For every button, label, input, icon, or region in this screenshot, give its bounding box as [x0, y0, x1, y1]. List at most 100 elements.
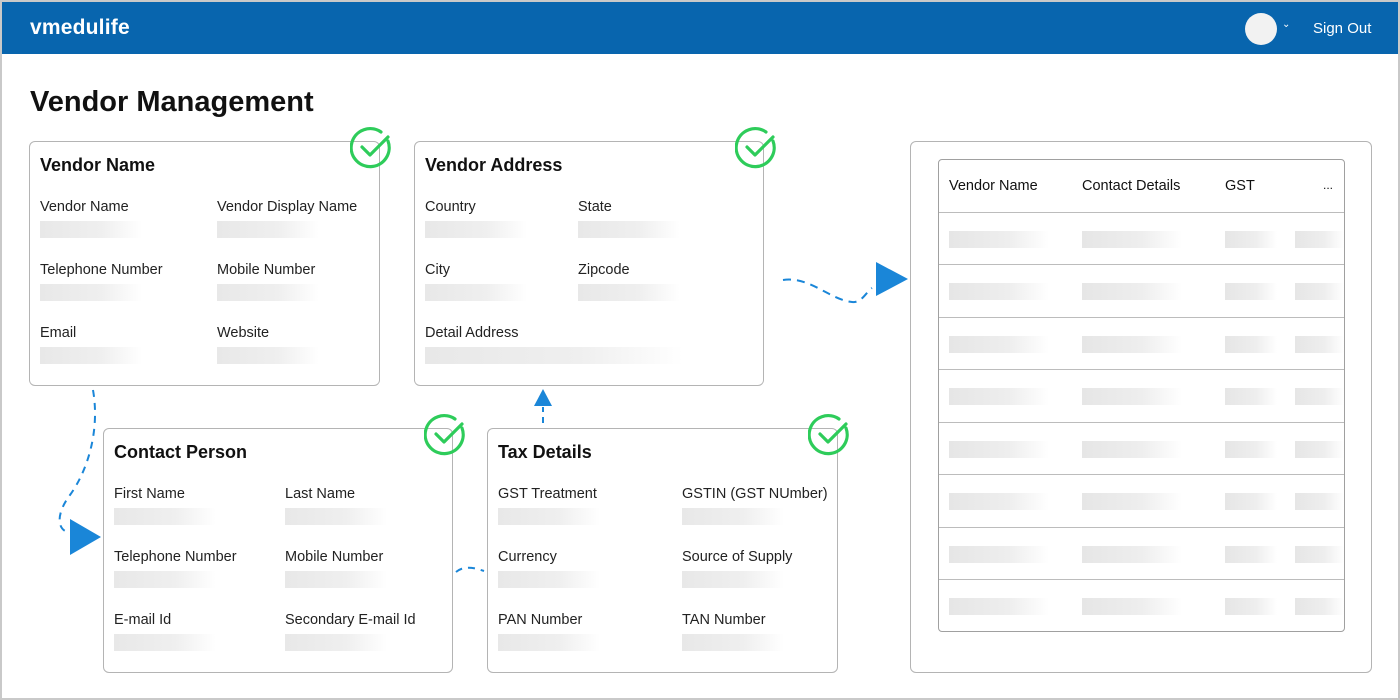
- field-label: PAN Number: [498, 612, 583, 628]
- field-label: Website: [217, 325, 270, 341]
- table-cell: [1225, 546, 1277, 563]
- telephone-number-input[interactable]: [40, 284, 142, 301]
- gst-treatment-input[interactable]: [498, 508, 600, 525]
- table-cell: [1295, 388, 1344, 405]
- field-label: GST Treatment: [498, 486, 597, 502]
- field-label: Telephone Number: [40, 262, 163, 278]
- vendor-name-card: Vendor Name Vendor Name Vendor Display N…: [29, 141, 380, 386]
- first-name-input[interactable]: [114, 508, 216, 525]
- table-cell: [1295, 493, 1344, 510]
- table-row[interactable]: [939, 422, 1344, 474]
- table-row[interactable]: [939, 212, 1344, 264]
- secondary-email-id-input[interactable]: [285, 634, 387, 651]
- column-header-vendor-name[interactable]: Vendor Name: [949, 178, 1038, 194]
- chevron-down-icon[interactable]: ⌄: [1282, 19, 1290, 30]
- table-row[interactable]: [939, 369, 1344, 421]
- check-circle-icon: [808, 414, 849, 456]
- field-label: Country: [425, 199, 476, 215]
- table-cell: [1082, 388, 1182, 405]
- table-cell: [1082, 283, 1182, 300]
- table-row[interactable]: [939, 264, 1344, 316]
- detail-address-input[interactable]: [425, 347, 683, 364]
- city-input[interactable]: [425, 284, 527, 301]
- column-header-gst[interactable]: GST: [1225, 178, 1255, 194]
- column-header-contact-details[interactable]: Contact Details: [1082, 178, 1180, 194]
- card-title: Vendor Address: [425, 155, 563, 175]
- zipcode-input[interactable]: [578, 284, 680, 301]
- table-cell: [949, 231, 1049, 248]
- field-label: Vendor Display Name: [217, 199, 358, 215]
- table-cell: [949, 598, 1049, 615]
- table-cell: [1082, 231, 1182, 248]
- field-label: Email: [40, 325, 77, 341]
- check-circle-icon: [735, 127, 776, 169]
- table-cell: [1225, 336, 1277, 353]
- table-row[interactable]: [939, 579, 1344, 631]
- card-title: Vendor Name: [40, 155, 156, 175]
- table-row[interactable]: [939, 317, 1344, 369]
- field-label: E-mail Id: [114, 612, 172, 628]
- table-row[interactable]: [939, 474, 1344, 526]
- brand-logo[interactable]: vmedulife: [30, 16, 130, 40]
- table-row[interactable]: [939, 527, 1344, 579]
- table-cell: [949, 336, 1049, 353]
- check-circle-icon: [424, 414, 465, 456]
- field-label: City: [425, 262, 450, 278]
- tan-number-input[interactable]: [682, 634, 784, 651]
- top-navigation-bar: vmedulife ⌄ Sign Out: [2, 2, 1398, 54]
- field-label: State: [578, 199, 612, 215]
- email-id-input[interactable]: [114, 634, 216, 651]
- table-cell: [1225, 598, 1277, 615]
- table-cell: [949, 546, 1049, 563]
- source-of-supply-input[interactable]: [682, 571, 784, 588]
- table-cell: [1295, 546, 1344, 563]
- email-input[interactable]: [40, 347, 142, 364]
- table-cell: [1082, 441, 1182, 458]
- website-input[interactable]: [217, 347, 319, 364]
- table-cell: [1082, 336, 1182, 353]
- sign-out-link[interactable]: Sign Out: [1313, 20, 1371, 37]
- last-name-input[interactable]: [285, 508, 387, 525]
- country-input[interactable]: [425, 221, 527, 238]
- vendor-display-name-input[interactable]: [217, 221, 319, 238]
- table-cell: [1082, 546, 1182, 563]
- table-cell: [1225, 441, 1277, 458]
- table-cell: [1225, 493, 1277, 510]
- column-header-more[interactable]: ...: [1323, 178, 1333, 192]
- table-cell: [1225, 283, 1277, 300]
- user-avatar[interactable]: [1245, 13, 1277, 45]
- field-label: Zipcode: [578, 262, 630, 278]
- tax-details-card: Tax Details GST Treatment GSTIN (GST NUm…: [487, 428, 838, 673]
- field-label: Vendor Name: [40, 199, 129, 215]
- mobile-number-input[interactable]: [285, 571, 387, 588]
- check-circle-icon: [350, 127, 391, 169]
- table-cell: [949, 441, 1049, 458]
- field-label: Source of Supply: [682, 549, 793, 565]
- mobile-number-input[interactable]: [217, 284, 319, 301]
- card-title: Contact Person: [114, 442, 248, 462]
- card-title: Tax Details: [498, 442, 592, 462]
- table-cell: [1295, 598, 1344, 615]
- field-label: Currency: [498, 549, 557, 565]
- state-input[interactable]: [578, 221, 680, 238]
- vendor-name-input[interactable]: [40, 221, 142, 238]
- field-label: GSTIN (GST NUmber): [682, 486, 828, 502]
- table-cell: [1295, 231, 1344, 248]
- vendor-table-panel: Vendor Name Contact Details GST ...: [910, 141, 1372, 673]
- telephone-number-input[interactable]: [114, 571, 216, 588]
- field-label: Telephone Number: [114, 549, 237, 565]
- currency-input[interactable]: [498, 571, 600, 588]
- table-cell: [1295, 283, 1344, 300]
- vendor-table: Vendor Name Contact Details GST ...: [938, 159, 1345, 632]
- gstin-input[interactable]: [682, 508, 784, 525]
- contact-person-card: Contact Person First Name Last Name Tele…: [103, 428, 453, 673]
- pan-number-input[interactable]: [498, 634, 600, 651]
- table-cell: [949, 283, 1049, 300]
- table-cell: [1082, 598, 1182, 615]
- field-label: Last Name: [285, 486, 356, 502]
- field-label: Mobile Number: [217, 262, 316, 278]
- field-label: Mobile Number: [285, 549, 384, 565]
- vendor-address-card: Vendor Address Country State City Zipcod…: [414, 141, 764, 386]
- field-label: Secondary E-mail Id: [285, 612, 416, 628]
- field-label: TAN Number: [682, 612, 766, 628]
